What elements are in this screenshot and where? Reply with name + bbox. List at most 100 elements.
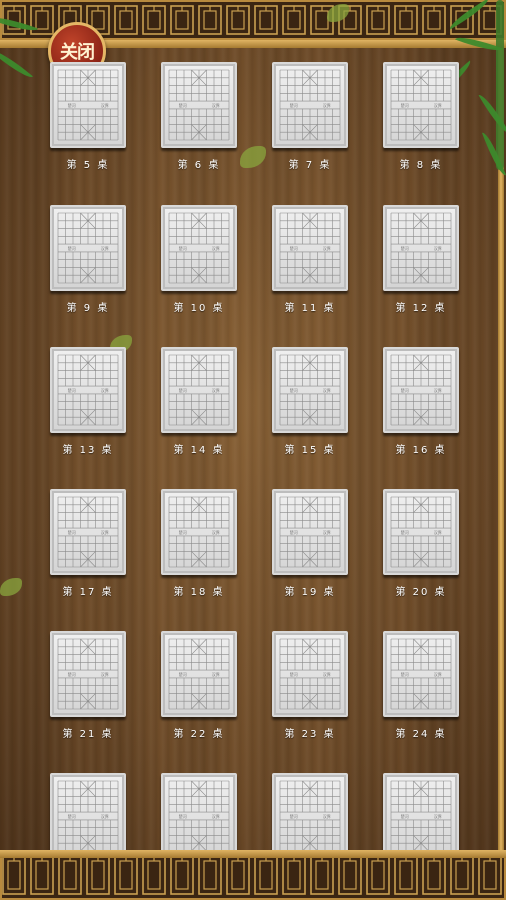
svg-text:汉界: 汉界: [434, 529, 442, 535]
svg-text:楚河: 楚河: [179, 245, 187, 251]
svg-text:汉界: 汉界: [101, 102, 109, 108]
xiangqi-board-icon[interactable]: 楚河 汉界: [50, 205, 126, 291]
svg-text:汉界: 汉界: [101, 813, 109, 819]
table-label: 第 8 桌: [399, 160, 443, 171]
svg-text:楚河: 楚河: [68, 671, 76, 677]
xiangqi-board-icon[interactable]: 楚河 汉界: [161, 773, 237, 859]
xiangqi-board-icon[interactable]: 楚河 汉界: [272, 773, 348, 859]
svg-text:楚河: 楚河: [68, 529, 76, 535]
svg-text:楚河: 楚河: [401, 529, 409, 535]
svg-text:楚河: 楚河: [179, 387, 187, 393]
svg-text:汉界: 汉界: [323, 813, 331, 819]
game-table[interactable]: 楚河 汉界第 11 桌: [272, 205, 348, 314]
xiangqi-board-icon[interactable]: 楚河 汉界: [161, 631, 237, 717]
table-label: 第 14 桌: [173, 445, 225, 456]
svg-text:汉界: 汉界: [323, 671, 331, 677]
game-table[interactable]: 楚河 汉界第 9 桌: [50, 205, 126, 314]
game-table[interactable]: 楚河 汉界第 13 桌: [50, 347, 126, 456]
svg-text:汉界: 汉界: [323, 102, 331, 108]
table-label: 第 12 桌: [395, 303, 447, 314]
svg-text:楚河: 楚河: [290, 813, 298, 819]
svg-text:汉界: 汉界: [434, 102, 442, 108]
xiangqi-board-icon[interactable]: 楚河 汉界: [161, 489, 237, 575]
table-label: 第 20 桌: [395, 587, 447, 598]
xiangqi-board-icon[interactable]: 楚河 汉界: [383, 205, 459, 291]
game-table[interactable]: 楚河 汉界第 6 桌: [161, 62, 237, 171]
game-table[interactable]: 楚河 汉界第 5 桌: [50, 62, 126, 171]
game-table[interactable]: 楚河 汉界第 16 桌: [383, 347, 459, 456]
svg-text:汉界: 汉界: [101, 245, 109, 251]
svg-text:楚河: 楚河: [401, 387, 409, 393]
game-table[interactable]: 楚河 汉界第 18 桌: [161, 489, 237, 598]
table-label: 第 23 桌: [284, 729, 336, 740]
game-table[interactable]: 楚河 汉界第 15 桌: [272, 347, 348, 456]
game-table[interactable]: 楚河 汉界第 14 桌: [161, 347, 237, 456]
xiangqi-board-icon[interactable]: 楚河 汉界: [272, 62, 348, 148]
table-label: 第 18 桌: [173, 587, 225, 598]
xiangqi-board-icon[interactable]: 楚河 汉界: [383, 631, 459, 717]
svg-text:汉界: 汉界: [434, 387, 442, 393]
xiangqi-board-icon[interactable]: 楚河 汉界: [272, 205, 348, 291]
svg-text:汉界: 汉界: [212, 813, 220, 819]
table-label: 第 16 桌: [395, 445, 447, 456]
xiangqi-board-icon[interactable]: 楚河 汉界: [50, 62, 126, 148]
table-label: 第 13 桌: [62, 445, 114, 456]
game-table[interactable]: 楚河 汉界第 22 桌: [161, 631, 237, 740]
xiangqi-board-icon[interactable]: 楚河 汉界: [50, 773, 126, 859]
svg-text:汉界: 汉界: [434, 813, 442, 819]
game-table[interactable]: 楚河 汉界第 24 桌: [383, 631, 459, 740]
game-table[interactable]: 楚河 汉界第 19 桌: [272, 489, 348, 598]
game-table[interactable]: 楚河 汉界第 12 桌: [383, 205, 459, 314]
svg-text:楚河: 楚河: [179, 671, 187, 677]
game-table[interactable]: 楚河 汉界第 8 桌: [383, 62, 459, 171]
svg-text:楚河: 楚河: [290, 387, 298, 393]
svg-text:楚河: 楚河: [290, 529, 298, 535]
xiangqi-board-icon[interactable]: 楚河 汉界: [50, 489, 126, 575]
game-table[interactable]: 楚河 汉界第 21 桌: [50, 631, 126, 740]
svg-text:汉界: 汉界: [323, 245, 331, 251]
svg-text:楚河: 楚河: [401, 245, 409, 251]
svg-text:汉界: 汉界: [101, 529, 109, 535]
svg-text:楚河: 楚河: [401, 102, 409, 108]
table-label: 第 11 桌: [284, 303, 336, 314]
xiangqi-board-icon[interactable]: 楚河 汉界: [383, 62, 459, 148]
svg-text:楚河: 楚河: [179, 529, 187, 535]
table-label: 第 19 桌: [284, 587, 336, 598]
xiangqi-board-icon[interactable]: 楚河 汉界: [383, 347, 459, 433]
game-table[interactable]: 楚河 汉界第 20 桌: [383, 489, 459, 598]
svg-text:汉界: 汉界: [323, 387, 331, 393]
table-label: 第 24 桌: [395, 729, 447, 740]
svg-text:楚河: 楚河: [290, 102, 298, 108]
game-table[interactable]: 楚河 汉界第 10 桌: [161, 205, 237, 314]
xiangqi-board-icon[interactable]: 楚河 汉界: [272, 347, 348, 433]
game-table[interactable]: 楚河 汉界第 23 桌: [272, 631, 348, 740]
table-label: 第 22 桌: [173, 729, 225, 740]
svg-text:楚河: 楚河: [179, 813, 187, 819]
table-label: 第 21 桌: [62, 729, 114, 740]
xiangqi-board-icon[interactable]: 楚河 汉界: [272, 631, 348, 717]
svg-text:楚河: 楚河: [68, 245, 76, 251]
svg-text:汉界: 汉界: [212, 245, 220, 251]
xiangqi-board-icon[interactable]: 楚河 汉界: [161, 62, 237, 148]
xiangqi-board-icon[interactable]: 楚河 汉界: [383, 489, 459, 575]
svg-text:汉界: 汉界: [212, 671, 220, 677]
xiangqi-board-icon[interactable]: 楚河 汉界: [50, 347, 126, 433]
game-table[interactable]: 楚河 汉界第 7 桌: [272, 62, 348, 171]
table-label: 第 10 桌: [173, 303, 225, 314]
game-table[interactable]: 楚河 汉界第 17 桌: [50, 489, 126, 598]
svg-text:楚河: 楚河: [401, 671, 409, 677]
svg-text:汉界: 汉界: [212, 102, 220, 108]
svg-text:楚河: 楚河: [179, 102, 187, 108]
svg-text:楚河: 楚河: [290, 671, 298, 677]
svg-text:楚河: 楚河: [68, 387, 76, 393]
svg-text:汉界: 汉界: [212, 387, 220, 393]
xiangqi-board-icon[interactable]: 楚河 汉界: [50, 631, 126, 717]
svg-text:楚河: 楚河: [401, 813, 409, 819]
xiangqi-board-icon[interactable]: 楚河 汉界: [383, 773, 459, 859]
svg-text:汉界: 汉界: [323, 529, 331, 535]
xiangqi-board-icon[interactable]: 楚河 汉界: [161, 347, 237, 433]
svg-text:楚河: 楚河: [68, 102, 76, 108]
xiangqi-board-icon[interactable]: 楚河 汉界: [161, 205, 237, 291]
xiangqi-board-icon[interactable]: 楚河 汉界: [272, 489, 348, 575]
svg-text:楚河: 楚河: [68, 813, 76, 819]
